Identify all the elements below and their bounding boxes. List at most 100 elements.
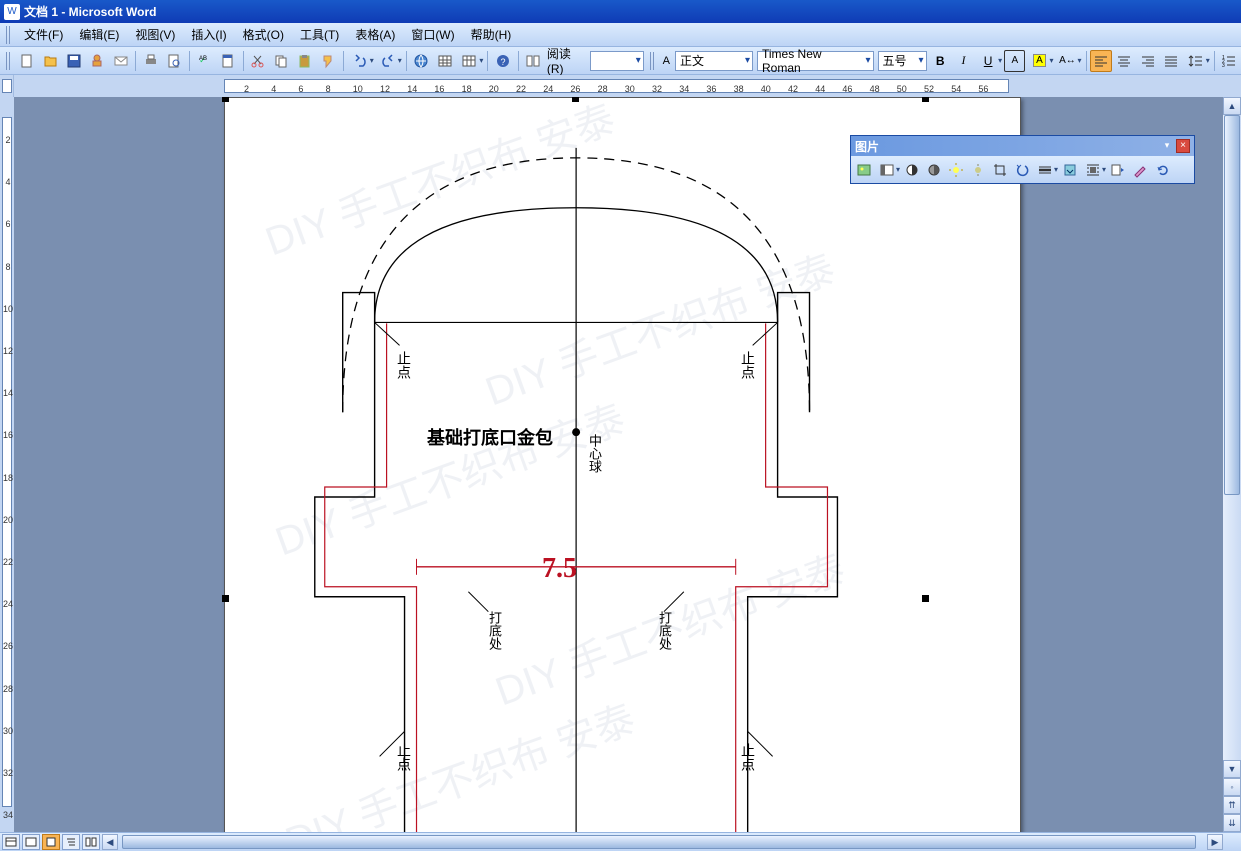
paste-button[interactable] xyxy=(294,50,315,72)
tables-borders-button[interactable] xyxy=(434,50,455,72)
cut-button[interactable] xyxy=(248,50,269,72)
less-brightness-button[interactable] xyxy=(968,160,988,180)
line-spacing-button[interactable] xyxy=(1185,50,1207,72)
crop-button[interactable] xyxy=(990,160,1010,180)
menu-window[interactable]: 窗口(W) xyxy=(403,23,462,46)
compress-picture-button[interactable] xyxy=(1060,160,1080,180)
open-button[interactable] xyxy=(40,50,61,72)
text-wrapping-button[interactable] xyxy=(1083,160,1103,180)
scroll-up-button[interactable]: ▲ xyxy=(1223,97,1241,115)
select-browse-object-button[interactable]: ◦ xyxy=(1223,778,1241,796)
less-contrast-button[interactable] xyxy=(924,160,944,180)
insert-picture-button[interactable] xyxy=(854,160,874,180)
outline-view-button[interactable] xyxy=(62,834,80,850)
hscroll-left-button[interactable]: ◀ xyxy=(102,834,118,850)
vertical-ruler[interactable]: 246810121416182022242628303234 xyxy=(0,97,14,832)
tab-selector[interactable] xyxy=(0,75,14,97)
word-app-icon: W xyxy=(4,4,20,20)
stop-label-bl: 止点 xyxy=(394,743,414,771)
print-preview-button[interactable] xyxy=(164,50,185,72)
style-combo[interactable]: 正文 xyxy=(675,51,753,71)
research-button[interactable] xyxy=(217,50,238,72)
menu-insert[interactable]: 插入(I) xyxy=(183,23,234,46)
align-justify-button[interactable] xyxy=(1160,50,1181,72)
stop-label-br: 止点 xyxy=(738,743,758,771)
line-style-button[interactable] xyxy=(1035,160,1055,180)
menu-bar: 文件(F) 编辑(E) 视图(V) 插入(I) 格式(O) 工具(T) 表格(A… xyxy=(0,23,1241,47)
vertical-scrollbar[interactable]: ▲ ▼ ◦ ⇈ ⇊ xyxy=(1223,97,1241,832)
prev-page-button[interactable]: ⇈ xyxy=(1223,796,1241,814)
copy-button[interactable] xyxy=(271,50,292,72)
format-picture-button[interactable] xyxy=(1108,160,1128,180)
numbering-button[interactable]: 123 xyxy=(1219,50,1240,72)
italic-button[interactable]: I xyxy=(953,50,974,72)
web-view-button[interactable] xyxy=(22,834,40,850)
normal-view-button[interactable] xyxy=(2,834,20,850)
save-button[interactable] xyxy=(63,50,84,72)
menu-edit[interactable]: 编辑(E) xyxy=(71,23,127,46)
menu-handle[interactable] xyxy=(6,26,12,44)
print-view-button[interactable] xyxy=(42,834,60,850)
align-center-button[interactable] xyxy=(1114,50,1135,72)
width-label: 7.5 xyxy=(542,553,577,585)
hyperlink-button[interactable] xyxy=(411,50,432,72)
scroll-thumb-h[interactable] xyxy=(122,835,1196,849)
bold-button[interactable]: B xyxy=(930,50,951,72)
menu-file[interactable]: 文件(F) xyxy=(16,23,71,46)
picture-toolbar-title-bar[interactable]: 图片 ▾ × xyxy=(851,136,1194,156)
reading-view-button[interactable] xyxy=(82,834,100,850)
next-page-button[interactable]: ⇊ xyxy=(1223,814,1241,832)
align-left-button[interactable] xyxy=(1090,50,1111,72)
horizontal-ruler[interactable]: 2468101214161820222426283032343638404244… xyxy=(0,75,1241,97)
hscroll-right-button[interactable]: ▶ xyxy=(1207,834,1223,850)
rotate-left-button[interactable] xyxy=(1012,160,1032,180)
reading-label[interactable]: 阅读(R) xyxy=(547,45,586,76)
picture-toolbar[interactable]: 图片 ▾ × ▾ ▾ ▾ xyxy=(850,135,1195,184)
menu-table[interactable]: 表格(A) xyxy=(347,23,403,46)
align-right-button[interactable] xyxy=(1137,50,1158,72)
style-A-icon[interactable]: A xyxy=(660,55,674,67)
color-button[interactable] xyxy=(877,160,897,180)
permission-button[interactable] xyxy=(87,50,108,72)
status-bar: ◀ ▶ xyxy=(0,832,1241,851)
undo-button[interactable] xyxy=(349,50,371,72)
char-scaling-button[interactable]: A↔ xyxy=(1056,50,1078,72)
horizontal-scrollbar[interactable] xyxy=(122,834,1207,850)
insert-table-button[interactable] xyxy=(458,50,480,72)
menu-format[interactable]: 格式(O) xyxy=(235,23,292,46)
highlight-button[interactable]: A xyxy=(1028,50,1050,72)
font-border-button[interactable]: A xyxy=(1004,50,1025,72)
menu-tools[interactable]: 工具(T) xyxy=(292,23,347,46)
underline-button[interactable]: U xyxy=(977,50,999,72)
svg-text:?: ? xyxy=(501,57,506,67)
reset-picture-button[interactable] xyxy=(1152,160,1172,180)
picture-toolbar-title: 图片 xyxy=(855,138,1160,155)
stop-label-tl: 止点 xyxy=(394,351,414,379)
pattern-title: 基础打底口金包 xyxy=(427,424,553,450)
format-painter-button[interactable] xyxy=(317,50,338,72)
toolbar-handle[interactable] xyxy=(6,52,12,70)
redo-button[interactable] xyxy=(377,50,399,72)
more-contrast-button[interactable] xyxy=(902,160,922,180)
zoom-combo[interactable] xyxy=(590,51,644,71)
page: DIY 手工不织布 安泰 DIY 手工不织布 安泰 DIY 手工不织布 安泰 D… xyxy=(224,97,1021,832)
toolbar-close-button[interactable]: × xyxy=(1176,139,1190,153)
scroll-thumb-v[interactable] xyxy=(1224,115,1240,495)
reading-layout-button[interactable] xyxy=(523,50,544,72)
document-canvas[interactable]: DIY 手工不织布 安泰 DIY 手工不织布 安泰 DIY 手工不织布 安泰 D… xyxy=(14,97,1223,832)
menu-help[interactable]: 帮助(H) xyxy=(463,23,520,46)
format-toolbar-handle[interactable] xyxy=(650,52,656,70)
toolbar-options-button[interactable]: ▾ xyxy=(1160,139,1174,153)
menu-view[interactable]: 视图(V) xyxy=(127,23,183,46)
scroll-down-button[interactable]: ▼ xyxy=(1223,760,1241,778)
help-button[interactable]: ? xyxy=(492,50,513,72)
base-label-l: 打底处 xyxy=(485,611,504,650)
new-button[interactable] xyxy=(17,50,38,72)
font-combo[interactable]: Times New Roman xyxy=(757,51,874,71)
more-brightness-button[interactable] xyxy=(946,160,966,180)
print-button[interactable] xyxy=(140,50,161,72)
mail-button[interactable] xyxy=(110,50,131,72)
font-size-combo[interactable]: 五号 xyxy=(878,51,927,71)
set-transparent-button[interactable] xyxy=(1130,160,1150,180)
spelling-button[interactable]: ✓AB xyxy=(194,50,215,72)
